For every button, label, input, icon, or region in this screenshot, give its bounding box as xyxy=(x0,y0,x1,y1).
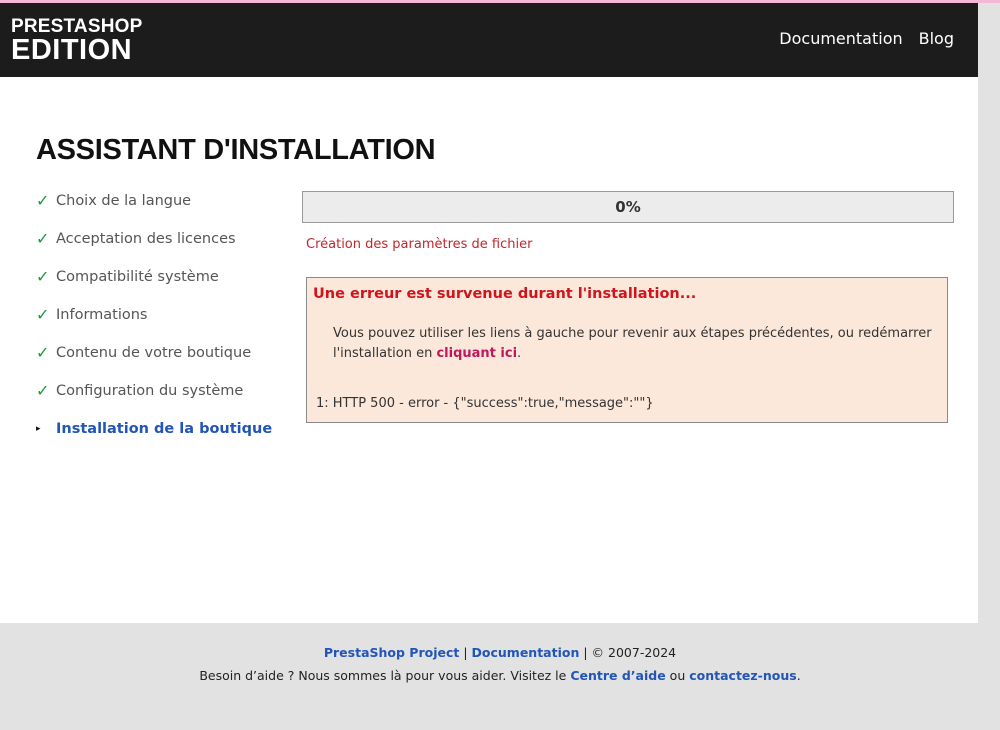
step-item-informations[interactable]: ✓ Informations xyxy=(36,305,272,343)
error-title: Une erreur est survenue durant l'install… xyxy=(313,286,697,302)
step-item-content[interactable]: ✓ Contenu de votre boutique xyxy=(36,343,272,381)
footer-help-line: Besoin d’aide ? Nous sommes là pour vous… xyxy=(0,668,1000,683)
footer-help-center-link[interactable]: Centre d’aide xyxy=(570,668,665,683)
step-label: Choix de la langue xyxy=(56,193,192,209)
footer-help-end: . xyxy=(796,668,801,683)
step-item-licenses[interactable]: ✓ Acceptation des licences xyxy=(36,229,272,267)
step-label: Installation de la boutique xyxy=(56,421,273,437)
install-steps-list: ✓ Choix de la langue ✓ Acceptation des l… xyxy=(36,191,272,457)
footer-prestashop-project-link[interactable]: PrestaShop Project xyxy=(324,645,460,660)
footer-documentation-link[interactable]: Documentation xyxy=(472,645,580,660)
check-icon: ✓ xyxy=(36,305,50,324)
footer-help-or: ou xyxy=(665,668,690,683)
check-icon: ✓ xyxy=(36,381,50,400)
step-label: Configuration du système xyxy=(56,383,244,399)
current-step-arrow-icon: ▸ xyxy=(36,424,41,434)
footer-contact-link[interactable]: contactez-nous xyxy=(689,668,796,683)
check-icon: ✓ xyxy=(36,191,50,210)
prestashop-edition-logo[interactable]: PRESTASHOP EDITION xyxy=(11,17,146,67)
nav-documentation-link[interactable]: Documentation xyxy=(779,29,902,48)
footer-copyright: | © 2007-2024 xyxy=(579,645,677,660)
step-item-compatibility[interactable]: ✓ Compatibilité système xyxy=(36,267,272,305)
step-item-installation: ▸ Installation de la boutique xyxy=(36,419,272,457)
error-message-text: Vous pouvez utiliser les liens à gauche … xyxy=(333,326,932,361)
header-nav: Documentation Blog xyxy=(779,29,954,48)
nav-blog-link[interactable]: Blog xyxy=(919,29,954,48)
main-content: ASSISTANT D'INSTALLATION ✓ Choix de la l… xyxy=(0,77,978,623)
step-item-language[interactable]: ✓ Choix de la langue xyxy=(36,191,272,229)
error-detail: 1: HTTP 500 - error - {"success":true,"m… xyxy=(316,396,654,411)
top-header: PRESTASHOP EDITION Documentation Blog xyxy=(0,3,978,77)
install-progress-bar: 0% xyxy=(302,191,954,223)
footer-separator: | xyxy=(459,645,472,660)
error-message: Vous pouvez utiliser les liens à gauche … xyxy=(333,324,933,364)
footer-help-text: Besoin d’aide ? Nous sommes là pour vous… xyxy=(199,668,571,683)
error-box: Une erreur est survenue durant l'install… xyxy=(306,277,948,423)
progress-label: 0% xyxy=(615,198,641,216)
restart-install-link[interactable]: cliquant ici xyxy=(436,346,517,361)
install-status-text: Création des paramètres de fichier xyxy=(306,237,533,252)
check-icon: ✓ xyxy=(36,229,50,248)
right-gutter xyxy=(978,3,1000,623)
step-label: Informations xyxy=(56,307,148,323)
step-item-configuration[interactable]: ✓ Configuration du système xyxy=(36,381,272,419)
step-label: Acceptation des licences xyxy=(56,231,236,247)
page-footer: PrestaShop Project | Documentation | © 2… xyxy=(0,623,1000,730)
page-title: ASSISTANT D'INSTALLATION xyxy=(36,134,436,166)
check-icon: ✓ xyxy=(36,343,50,362)
error-message-end: . xyxy=(517,346,522,361)
step-label: Compatibilité système xyxy=(56,269,219,285)
check-icon: ✓ xyxy=(36,267,50,286)
footer-links-line: PrestaShop Project | Documentation | © 2… xyxy=(0,645,1000,660)
logo-bottom-text: EDITION xyxy=(11,34,133,66)
step-label: Contenu de votre boutique xyxy=(56,345,252,361)
